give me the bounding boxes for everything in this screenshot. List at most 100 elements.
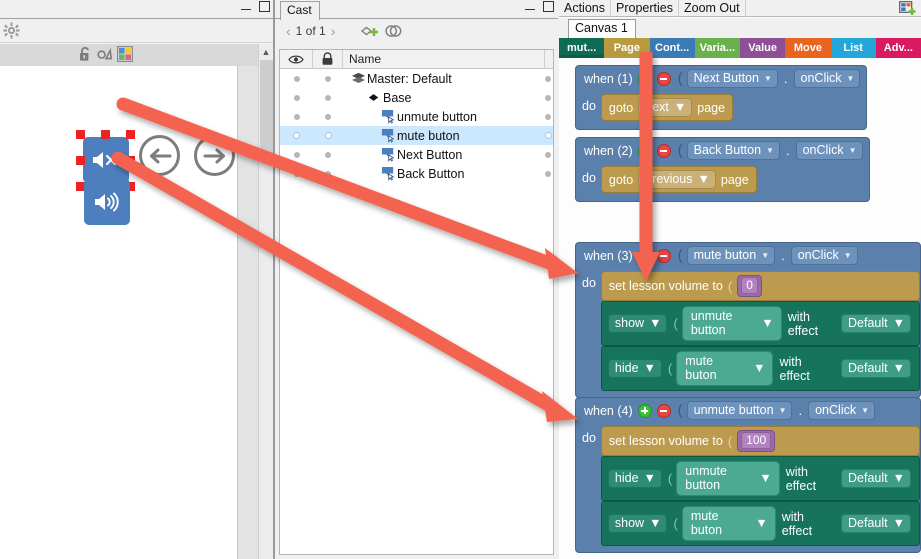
object-target-dropdown[interactable]: unmute button ▼ <box>676 461 780 496</box>
event-target-dropdown[interactable]: Next Button ▼ <box>686 69 778 88</box>
row-visibility-toggle[interactable] <box>280 75 313 82</box>
row-name-cell[interactable]: unmute button <box>343 109 543 124</box>
chevron-down-icon[interactable]: ▼ <box>755 516 767 530</box>
palette-chip[interactable]: Adv... <box>875 38 921 58</box>
palette-chip[interactable]: mut... <box>559 38 605 58</box>
event-name-dropdown[interactable]: onClick ▼ <box>808 401 876 420</box>
handle-w[interactable] <box>76 156 85 165</box>
row-name-cell[interactable]: mute buton <box>343 128 543 143</box>
page-target-dropdown[interactable]: next ▼ <box>638 98 693 117</box>
menu-actions[interactable]: Actions <box>559 0 611 17</box>
chevron-down-icon[interactable]: ▼ <box>893 316 905 330</box>
row-name-cell[interactable]: Next Button <box>343 147 543 162</box>
chevron-down-icon[interactable]: ▼ <box>849 146 857 155</box>
table-row[interactable]: Back Button <box>280 164 553 183</box>
palette-icon[interactable] <box>117 46 134 67</box>
chevron-down-icon[interactable]: ▼ <box>644 361 656 375</box>
row-lock-toggle[interactable] <box>313 94 343 101</box>
unmute-button-sprite[interactable] <box>84 179 130 225</box>
add-event-icon[interactable] <box>637 403 652 418</box>
event-name-dropdown[interactable]: onClick ▼ <box>795 141 863 160</box>
column-header-name[interactable]: Name <box>343 49 545 69</box>
next-button-sprite[interactable] <box>194 135 235 176</box>
chevron-down-icon[interactable]: ▼ <box>779 406 787 415</box>
handle-n[interactable] <box>101 130 110 139</box>
volume-value-slot[interactable]: 0 <box>737 275 762 297</box>
table-row[interactable]: unmute button <box>280 107 553 126</box>
chevron-down-icon[interactable]: ▼ <box>649 516 661 530</box>
set-lesson-volume-block[interactable]: set lesson volume to ( 0 <box>600 271 920 301</box>
goto-page-block[interactable]: goto previous ▼ page <box>600 166 757 193</box>
minimize-button[interactable] <box>525 1 535 10</box>
maximize-button[interactable] <box>543 1 554 12</box>
when-event-block[interactable]: when (1) ( Next Button ▼ . onClick ▼ do go… <box>575 65 868 130</box>
palette-chip[interactable]: Value <box>740 38 786 58</box>
chevron-down-icon[interactable]: ▼ <box>759 471 771 485</box>
event-name-dropdown[interactable]: onClick ▼ <box>793 69 861 88</box>
table-row[interactable]: mute buton <box>280 126 553 145</box>
chevron-down-icon[interactable]: ▼ <box>893 516 905 530</box>
object-target-dropdown[interactable]: mute buton ▼ <box>681 506 776 541</box>
row-name-cell[interactable]: Master: Default <box>343 71 543 86</box>
chevron-down-icon[interactable]: ▼ <box>761 316 773 330</box>
table-row[interactable]: Master: Default <box>280 69 553 88</box>
menu-zoom-out[interactable]: Zoom Out <box>679 0 746 17</box>
event-target-dropdown[interactable]: Back Button ▼ <box>686 141 780 160</box>
event-target-dropdown[interactable]: mute buton ▼ <box>686 246 776 265</box>
event-target-dropdown[interactable]: unmute button ▼ <box>686 401 793 420</box>
page-target-dropdown[interactable]: previous ▼ <box>638 170 716 189</box>
effect-dropdown[interactable]: Default ▼ <box>841 469 911 488</box>
row-visibility-toggle[interactable] <box>280 170 313 177</box>
object-target-dropdown[interactable]: mute buton ▼ <box>676 351 774 386</box>
scroll-up-icon[interactable]: ▲ <box>259 44 273 60</box>
shape-icon[interactable] <box>97 46 113 67</box>
when-event-block[interactable]: when (2) ( Back Button ▼ . onClick ▼ do go… <box>575 137 870 202</box>
volume-value-slot[interactable]: 100 <box>737 430 776 452</box>
row-lock-toggle[interactable] <box>313 75 343 82</box>
chevron-down-icon[interactable]: ▼ <box>753 361 765 375</box>
unlock-icon[interactable] <box>78 46 93 67</box>
remove-event-icon[interactable] <box>656 143 671 158</box>
chevron-down-icon[interactable]: ▼ <box>893 361 905 375</box>
chevron-down-icon[interactable]: ▼ <box>761 251 769 260</box>
chevron-down-icon[interactable]: ▼ <box>861 406 869 415</box>
row-lock-toggle[interactable] <box>313 170 343 177</box>
duplicate-icon[interactable] <box>385 23 402 44</box>
table-row[interactable]: Base <box>280 88 553 107</box>
action-dropdown[interactable]: hide ▼ <box>607 359 662 378</box>
goto-page-block[interactable]: goto next ▼ page <box>600 94 734 121</box>
object-target-dropdown[interactable]: unmute button ▼ <box>681 306 782 341</box>
scrollbar-thumb[interactable] <box>260 60 273 155</box>
minimize-button[interactable] <box>241 1 251 10</box>
row-visibility-toggle[interactable] <box>280 151 313 158</box>
palette-chip[interactable]: Move <box>785 38 831 58</box>
add-window-icon[interactable] <box>894 0 921 17</box>
chevron-down-icon[interactable]: ▼ <box>649 316 661 330</box>
add-sprite-icon[interactable] <box>360 23 379 44</box>
effect-dropdown[interactable]: Default ▼ <box>841 514 911 533</box>
chevron-right-icon[interactable]: › <box>331 23 336 39</box>
when-event-block[interactable]: when (4) ( unmute button ▼ . onClick ▼ do … <box>575 397 921 553</box>
show-object-block[interactable]: show ▼ ( unmute button ▼ with effect Defau… <box>600 301 920 346</box>
when-event-block[interactable]: when (3) ( mute buton ▼ . onClick ▼ do set… <box>575 242 921 398</box>
chevron-down-icon[interactable]: ▼ <box>674 100 686 114</box>
hide-object-block[interactable]: hide ▼ ( mute buton ▼ with effect Default ▼ <box>600 346 920 391</box>
action-dropdown[interactable]: show ▼ <box>607 314 668 333</box>
cast-tree-table[interactable]: Name Master: Default Base unmute button … <box>279 49 554 555</box>
tab-canvas-1[interactable]: Canvas 1 <box>568 19 636 38</box>
chevron-down-icon[interactable]: ▼ <box>847 74 855 83</box>
add-event-icon[interactable] <box>637 71 652 86</box>
blocks-workspace[interactable]: when (1) ( Next Button ▼ . onClick ▼ do go… <box>559 58 921 559</box>
event-name-dropdown[interactable]: onClick ▼ <box>790 246 858 265</box>
back-button-sprite[interactable] <box>139 135 180 176</box>
gear-icon[interactable] <box>3 22 20 44</box>
chevron-down-icon[interactable]: ▼ <box>644 471 656 485</box>
handle-ne[interactable] <box>126 130 135 139</box>
action-dropdown[interactable]: hide ▼ <box>607 469 662 488</box>
row-name-cell[interactable]: Base <box>343 90 543 105</box>
palette-chip[interactable]: Varia... <box>694 38 740 58</box>
menu-properties[interactable]: Properties <box>611 0 679 17</box>
chevron-down-icon[interactable]: ▼ <box>766 146 774 155</box>
row-lock-toggle[interactable] <box>313 132 343 139</box>
row-visibility-toggle[interactable] <box>280 132 313 139</box>
